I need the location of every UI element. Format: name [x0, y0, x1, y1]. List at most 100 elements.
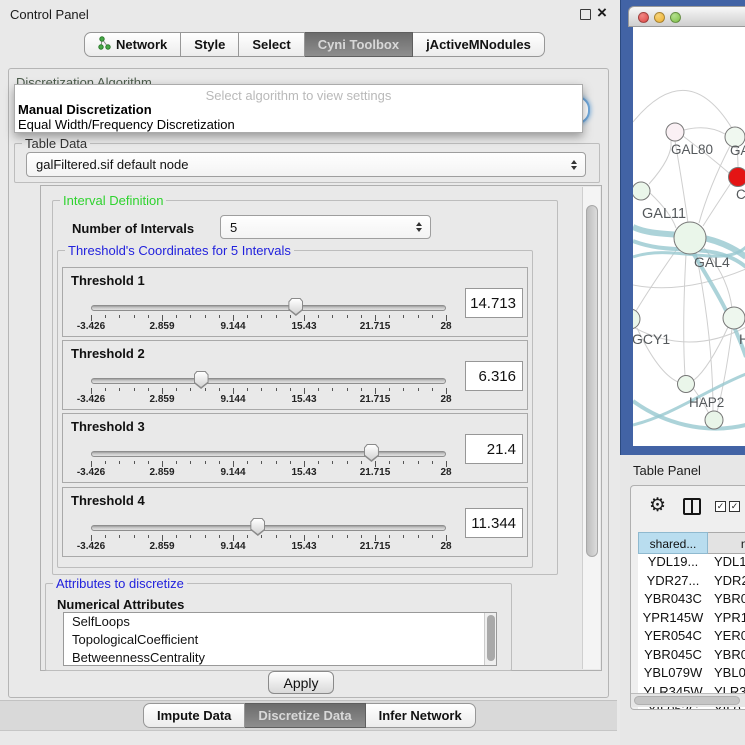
threshold-slider-track[interactable] [91, 451, 446, 457]
node-attribute-table: shared...naYDL19...YDL1YDR27...YDR2YBR04… [638, 532, 745, 710]
bottom-tab-discretize-data[interactable]: Discretize Data [245, 703, 365, 728]
network-edge[interactable] [649, 141, 671, 184]
slider-tick-labels: -3.4262.8599.14415.4321.71528 [91, 541, 446, 553]
name-cell[interactable]: YDL1 [708, 554, 745, 573]
name-cell[interactable]: YBL0 [708, 665, 745, 684]
network-node[interactable] [723, 307, 745, 329]
table-panel: Table Panel ⚙ ✓ ✓ shared...naYDL19...YDL… [620, 455, 745, 745]
name-cell[interactable]: YPR1 [708, 610, 745, 629]
horizontal-scrollbar-thumb[interactable] [634, 696, 740, 705]
shared-name-cell[interactable]: YDL19... [638, 554, 708, 573]
tick-label: 2.859 [149, 321, 174, 332]
table-row[interactable]: YDR27...YDR2 [638, 573, 745, 592]
network-node[interactable] [674, 222, 706, 254]
threshold-box-3: Threshold 3-3.4262.8599.14415.4321.71528… [62, 413, 528, 483]
threshold-label: Threshold 3 [71, 419, 145, 434]
table-column-header[interactable]: na [708, 532, 745, 554]
network-edge[interactable] [633, 90, 733, 130]
minimize-traffic-light-icon[interactable] [654, 12, 665, 23]
spinner-arrows-icon[interactable] [416, 222, 422, 232]
tab-style[interactable]: Style [181, 32, 239, 57]
zoom-traffic-light-icon[interactable] [670, 12, 681, 23]
table-row[interactable]: YBR045CYBR0 [638, 647, 745, 666]
network-edge[interactable] [684, 128, 725, 134]
shared-name-cell[interactable]: YBR045C [638, 647, 708, 666]
name-cell[interactable]: YBR0 [708, 591, 745, 610]
apply-button[interactable]: Apply [268, 671, 334, 694]
bottom-tab-infer-network[interactable]: Infer Network [366, 703, 476, 728]
checkbox-checked-icon-2[interactable]: ✓ [729, 501, 740, 512]
tick-label: 2.859 [149, 467, 174, 478]
name-cell[interactable]: YDR2 [708, 573, 745, 592]
attribute-item[interactable]: SelfLoops [64, 613, 496, 631]
shared-name-cell[interactable]: YBL079W [638, 665, 708, 684]
tick-label: 9.144 [220, 394, 245, 405]
network-graph[interactable]: GAL80GACGAL11GAL4GCY1HHAP2 [633, 27, 745, 446]
table-row[interactable]: YER054CYER0 [638, 628, 745, 647]
gear-icon[interactable]: ⚙ [649, 496, 666, 515]
tab-jactivemnodules[interactable]: jActiveMNodules [413, 32, 545, 57]
horizontal-scrollbar[interactable] [631, 693, 745, 707]
threshold-value-field[interactable]: 6.316 [465, 361, 523, 391]
network-canvas[interactable]: GAL80GACGAL11GAL4GCY1HHAP2 [633, 27, 745, 446]
algorithm-option-equal-width[interactable]: Equal Width/Frequency Discretization [18, 117, 235, 132]
shared-name-cell[interactable]: YPR145W [638, 610, 708, 629]
threshold-slider-thumb[interactable] [194, 371, 209, 389]
attributes-list-scrollbar-thumb[interactable] [487, 615, 495, 661]
threshold-value-field[interactable]: 21.4 [465, 434, 523, 464]
table-column-header[interactable]: shared... [638, 532, 708, 554]
table-data-combobox[interactable]: galFiltered.sif default node [26, 152, 586, 177]
numerical-attributes-list[interactable]: SelfLoopsTopologicalCoefficientBetweenne… [63, 612, 497, 666]
attribute-item[interactable]: BetweennessCentrality [64, 649, 496, 666]
table-row[interactable]: YBR043CYBR0 [638, 591, 745, 610]
float-window-icon[interactable] [580, 9, 591, 20]
network-node[interactable] [678, 376, 695, 393]
close-icon[interactable]: × [597, 3, 607, 23]
close-traffic-light-icon[interactable] [638, 12, 649, 23]
network-window-titlebar[interactable] [628, 6, 745, 27]
network-edge[interactable] [636, 249, 677, 311]
bottom-tab-impute-data[interactable]: Impute Data [143, 703, 245, 728]
combobox-arrows-icon[interactable] [571, 160, 577, 170]
network-node[interactable] [666, 123, 684, 141]
name-cell[interactable]: YBR0 [708, 647, 745, 666]
threshold-slider-track[interactable] [91, 305, 446, 311]
tab-network[interactable]: Network [84, 32, 181, 57]
threshold-slider-thumb[interactable] [288, 298, 303, 316]
tab-cyni-toolbox[interactable]: Cyni Toolbox [305, 32, 413, 57]
table-row[interactable]: YBL079WYBL0 [638, 665, 745, 684]
threshold-slider-thumb[interactable] [250, 518, 265, 536]
network-edge[interactable] [633, 269, 745, 288]
attribute-item[interactable]: TopologicalCoefficient [64, 631, 496, 649]
threshold-slider-thumb[interactable] [364, 444, 379, 462]
threshold-slider-track[interactable] [91, 525, 446, 531]
threshold-label: Threshold 1 [71, 273, 145, 288]
threshold-slider-track[interactable] [91, 378, 446, 384]
checkbox-checked-icon[interactable]: ✓ [715, 501, 726, 512]
shared-name-cell[interactable]: YER054C [638, 628, 708, 647]
network-edge[interactable] [684, 254, 686, 376]
shared-name-cell[interactable]: YBR043C [638, 591, 708, 610]
number-of-intervals-spinner[interactable]: 5 [220, 215, 431, 239]
name-cell[interactable]: YER0 [708, 628, 745, 647]
attributes-list-scrollbar[interactable] [484, 613, 496, 665]
shared-name-cell[interactable]: YDR27... [638, 573, 708, 592]
network-node[interactable] [633, 182, 650, 200]
tick-label: 2.859 [149, 394, 174, 405]
tab-select[interactable]: Select [239, 32, 304, 57]
network-edge[interactable] [703, 183, 731, 226]
threshold-value-field[interactable]: 14.713 [465, 288, 523, 318]
network-edge[interactable] [699, 146, 730, 223]
threshold-value-field[interactable]: 11.344 [465, 508, 523, 538]
table-row[interactable]: YDL19...YDL1 [638, 554, 745, 573]
network-node[interactable] [705, 411, 723, 429]
columns-icon[interactable] [683, 498, 701, 515]
tab-label: Select [252, 37, 290, 52]
network-node[interactable] [633, 309, 640, 329]
network-edge[interactable] [696, 253, 713, 411]
vertical-scrollbar[interactable] [582, 187, 600, 669]
table-row[interactable]: YPR145WYPR1 [638, 610, 745, 629]
network-node[interactable] [729, 168, 745, 187]
algorithm-option-manual[interactable]: Manual Discretization [18, 102, 152, 117]
vertical-scrollbar-thumb[interactable] [586, 205, 598, 557]
